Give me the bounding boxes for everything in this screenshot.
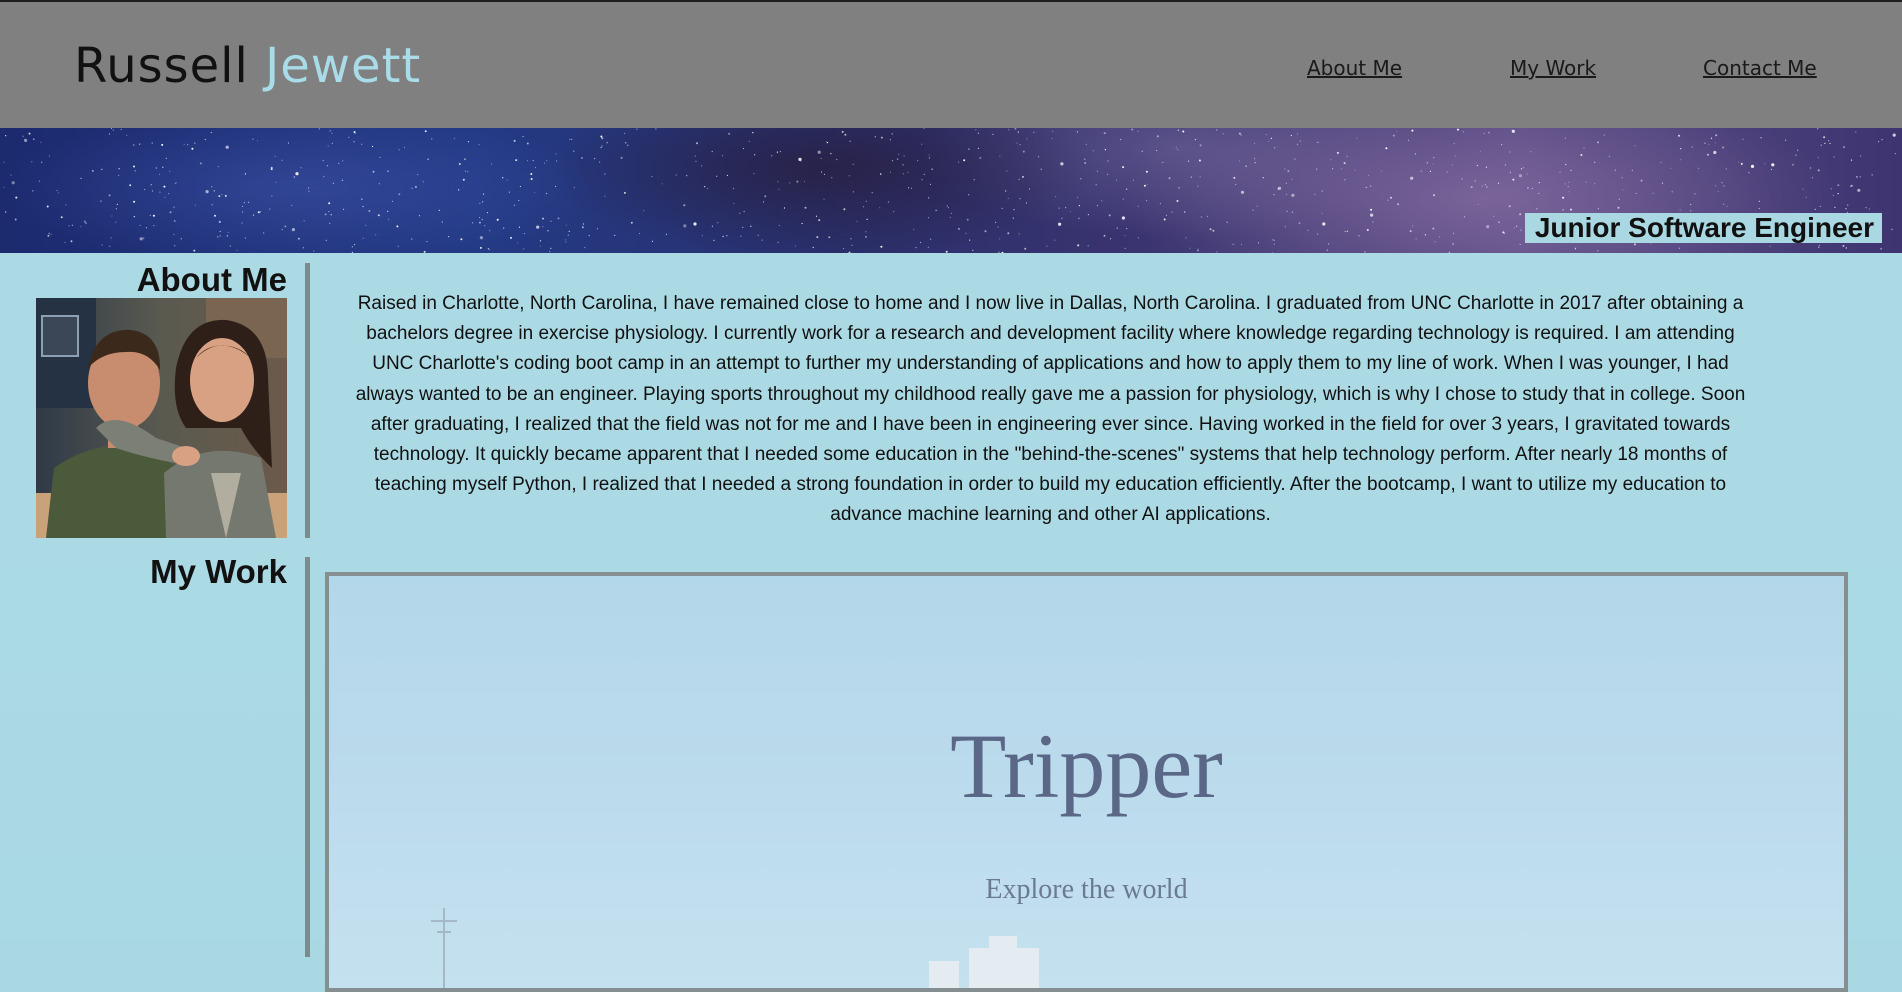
nav-link-contact-me[interactable]: Contact Me [1703, 56, 1817, 80]
about-paragraph: Raised in Charlotte, North Carolina, I h… [355, 293, 1746, 526]
work-divider [305, 557, 310, 957]
about-divider [305, 263, 310, 538]
profile-photo-icon [36, 298, 287, 538]
project-subtitle: Explore the world [985, 874, 1188, 905]
about-section-title: About Me [136, 261, 287, 298]
profile-photo [36, 298, 287, 538]
nav-link-my-work[interactable]: My Work [1510, 56, 1596, 80]
project-card-tripper[interactable]: Tripper Explore the world [325, 572, 1848, 992]
site-header: Russell Jewett About Me My Work Contact … [0, 0, 1902, 128]
main-nav: About Me My Work Contact Me [0, 56, 1902, 86]
hero-banner: Junior Software Engineer [0, 128, 1902, 253]
job-title-tagline: Junior Software Engineer [1524, 213, 1882, 243]
work-section-title: My Work [150, 553, 287, 590]
project-title: Tripper [950, 715, 1223, 817]
main-content: About Me Raised in Charlotte, North Caro… [0, 253, 1902, 992]
nav-link-about-me[interactable]: About Me [1307, 56, 1402, 80]
